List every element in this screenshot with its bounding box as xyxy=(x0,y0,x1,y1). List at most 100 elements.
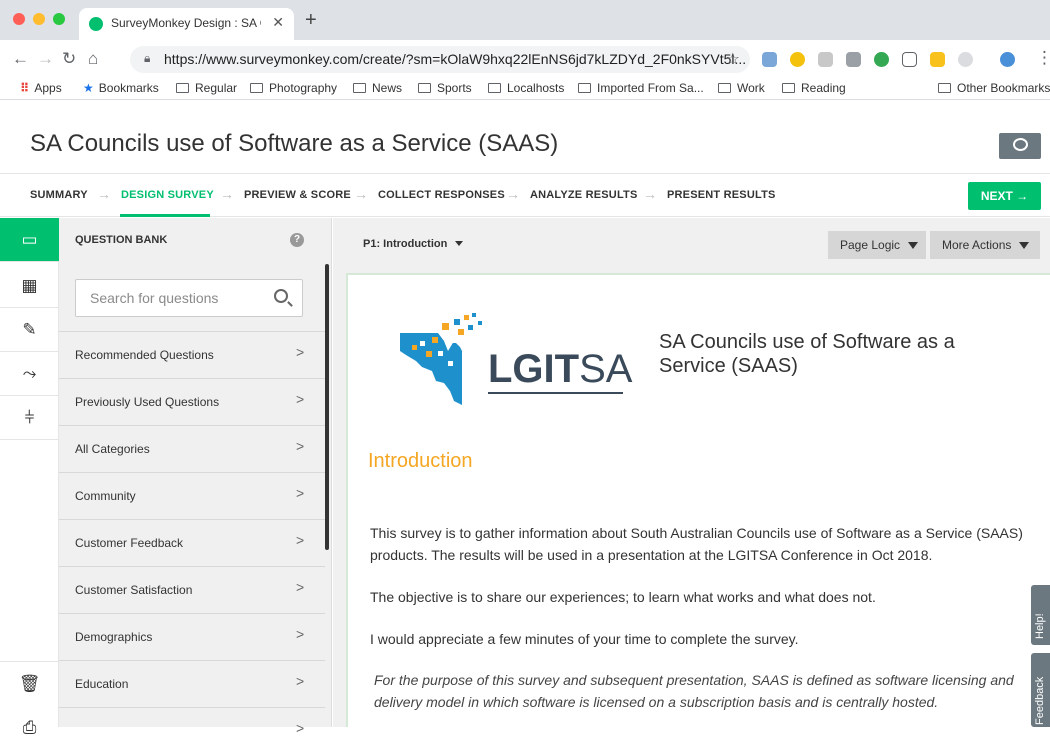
speech-bubble-icon xyxy=(1013,138,1028,151)
feedback-tab[interactable]: Feedback xyxy=(1031,653,1050,727)
step-arrow-icon: → xyxy=(220,186,234,202)
step-design-survey[interactable]: DESIGN SURVEY xyxy=(121,189,214,201)
home-icon[interactable]: ⌂ xyxy=(88,49,98,69)
extension-icon[interactable] xyxy=(762,52,777,67)
question-search[interactable] xyxy=(75,279,303,317)
url-field[interactable]: 🔒︎ https://www.surveymonkey.com/create/?… xyxy=(130,46,750,73)
more-actions-button[interactable]: More Actions xyxy=(930,231,1040,259)
browser-tab[interactable]: SurveyMonkey Design : SA Cou ✕ xyxy=(79,8,294,40)
next-button[interactable]: NEXT → xyxy=(968,182,1041,210)
step-analyze-results[interactable]: ANALYZE RESULTS xyxy=(530,189,638,201)
bookmark-apps[interactable]: ⠿ Apps xyxy=(20,81,62,95)
category-previously-used-questions[interactable]: Previously Used Questions > xyxy=(59,378,325,425)
step-preview-score[interactable]: PREVIEW & SCORE xyxy=(244,189,351,201)
extension-icon[interactable] xyxy=(790,52,805,67)
url-text: https://www.surveymonkey.com/create/?sm=… xyxy=(164,51,747,67)
star-icon: ★ xyxy=(83,81,94,95)
request-paragraph: I would appreciate a few minutes of your… xyxy=(370,631,799,647)
close-tab-icon[interactable]: ✕ xyxy=(272,14,284,31)
bookmark-news[interactable]: News xyxy=(353,81,402,95)
caret-down-icon xyxy=(908,242,919,249)
builder-icon[interactable]: ▦ xyxy=(0,264,59,308)
question-bank-header: QUESTION BANK ? xyxy=(59,218,332,264)
folder-icon xyxy=(938,83,951,93)
forward-icon[interactable]: → xyxy=(37,49,54,69)
folder-icon xyxy=(578,83,591,93)
category-customer-satisfaction[interactable]: Customer Satisfaction > xyxy=(59,566,325,613)
help-tab[interactable]: Help! xyxy=(1031,585,1050,645)
close-window-icon[interactable] xyxy=(13,13,25,25)
step-collect-responses[interactable]: COLLECT RESPONSES xyxy=(378,189,505,201)
bookmark-regular[interactable]: Regular xyxy=(176,81,237,95)
question-category-list: Recommended Questions > Previously Used Q… xyxy=(59,331,325,754)
minimize-window-icon[interactable] xyxy=(33,13,45,25)
bookmark-imported[interactable]: Imported From Sa... xyxy=(578,81,704,95)
extension-icon[interactable] xyxy=(874,52,889,67)
bookmark-star-icon[interactable]: ☆ xyxy=(726,49,740,69)
page-selector[interactable]: P1: Introduction xyxy=(363,238,464,250)
new-tab-icon[interactable]: + xyxy=(305,9,317,32)
chevron-right-icon: > xyxy=(296,532,305,548)
question-bank-title: QUESTION BANK xyxy=(75,234,168,246)
bookmark-bookmarks[interactable]: ★ Bookmarks xyxy=(83,81,159,95)
address-bar-row: ← → ↻ ⌂ 🔒︎ https://www.surveymonkey.com/… xyxy=(0,40,1050,78)
category-community[interactable]: Community > xyxy=(59,472,325,519)
comments-button[interactable] xyxy=(999,133,1041,159)
logo-underline xyxy=(488,392,623,394)
question-bank-panel: QUESTION BANK ? Recommended Questions> P… xyxy=(59,218,332,736)
intro-paragraph: This survey is to gather information abo… xyxy=(370,525,1023,563)
extension-icon[interactable] xyxy=(818,52,833,67)
page-heading[interactable]: Introduction xyxy=(368,450,473,473)
category-customer-feedback[interactable]: Customer Feedback > xyxy=(59,519,325,566)
active-step-indicator xyxy=(120,214,210,217)
question-search-input[interactable] xyxy=(76,280,266,316)
paintbrush-icon[interactable]: ✎ xyxy=(0,308,59,352)
back-icon[interactable]: ← xyxy=(12,49,29,69)
question-bank-scrollbar[interactable] xyxy=(325,264,329,550)
extension-icon[interactable] xyxy=(958,52,973,67)
maximize-window-icon[interactable] xyxy=(53,13,65,25)
bookmark-localhosts[interactable]: Localhosts xyxy=(488,81,564,95)
chevron-right-icon: > xyxy=(296,720,305,736)
logic-icon[interactable]: ⤳ xyxy=(0,352,59,396)
print-icon[interactable]: ⎙ xyxy=(0,706,59,750)
extension-icon[interactable] xyxy=(930,52,945,67)
bookmark-work[interactable]: Work xyxy=(718,81,765,95)
cast-icon[interactable] xyxy=(902,52,917,67)
reload-icon[interactable]: ↻ xyxy=(62,49,76,69)
browser-menu-icon[interactable]: ⋮ xyxy=(1036,48,1050,68)
page-logic-button[interactable]: Page Logic xyxy=(828,231,926,259)
trash-icon[interactable]: 🗑︎ xyxy=(0,661,59,705)
survey-page-card[interactable]: LGITSA SA Councils use of Software as a … xyxy=(346,273,1050,727)
survey-heading[interactable]: SA Councils use of Software as a Service… xyxy=(659,330,989,378)
chevron-right-icon: > xyxy=(296,438,305,454)
extension-icon[interactable] xyxy=(846,52,861,67)
category-next[interactable]: > xyxy=(59,707,325,754)
category-education[interactable]: Education > xyxy=(59,660,325,707)
category-demographics[interactable]: Demographics > xyxy=(59,613,325,660)
question-bank-icon[interactable]: ▭ xyxy=(0,218,59,262)
folder-icon xyxy=(782,83,795,93)
category-all-categories[interactable]: All Categories > xyxy=(59,425,325,472)
lock-icon: 🔒︎ xyxy=(144,51,151,65)
folder-icon xyxy=(488,83,501,93)
search-icon[interactable] xyxy=(274,289,288,303)
step-arrow-icon: → xyxy=(354,186,368,202)
objective-paragraph: The objective is to share our experience… xyxy=(370,589,876,605)
options-sliders-icon[interactable]: ⫩ xyxy=(0,396,59,440)
bookmark-sports[interactable]: Sports xyxy=(418,81,472,95)
bookmark-photography[interactable]: Photography xyxy=(250,81,337,95)
caret-down-icon xyxy=(1019,242,1030,249)
step-arrow-icon: → xyxy=(643,186,657,202)
profile-avatar-icon[interactable] xyxy=(1000,52,1015,67)
step-present-results[interactable]: PRESENT RESULTS xyxy=(667,189,776,201)
south-australia-map-icon xyxy=(400,313,482,405)
bookmark-reading[interactable]: Reading xyxy=(782,81,846,95)
step-summary[interactable]: SUMMARY xyxy=(30,189,88,201)
folder-icon xyxy=(718,83,731,93)
folder-icon xyxy=(176,83,189,93)
category-recommended-questions[interactable]: Recommended Questions > xyxy=(59,331,325,378)
bookmark-other[interactable]: Other Bookmarks xyxy=(938,81,1050,95)
lgitsa-logo: LGITSA xyxy=(398,311,632,405)
help-icon[interactable]: ? xyxy=(290,233,304,247)
